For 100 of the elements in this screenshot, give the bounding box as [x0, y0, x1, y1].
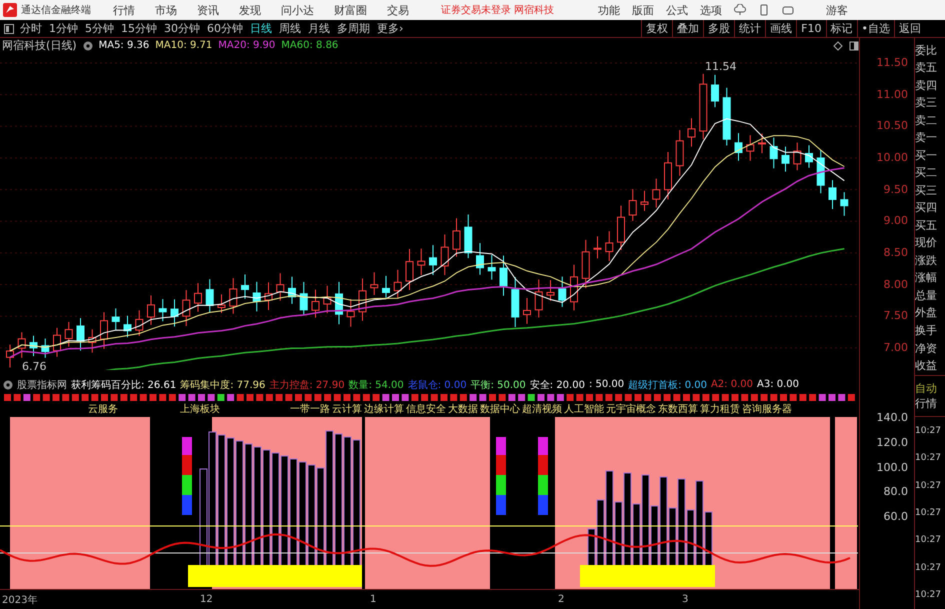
- menu-item[interactable]: 资讯: [197, 2, 219, 18]
- menu-item[interactable]: 问小达: [281, 2, 314, 18]
- trade-time: 10:27: [915, 453, 942, 464]
- indicator-axis-label: 100.0: [876, 460, 908, 474]
- low-price-label: 6.76: [22, 360, 46, 370]
- sector-label: 信息安全: [406, 402, 446, 416]
- period-tab[interactable]: 月线: [308, 21, 330, 36]
- period-tab[interactable]: 15分钟: [121, 21, 157, 36]
- indicator-axis-label: 60.0: [884, 510, 908, 523]
- indicator-value: 主力控盘: 27.90: [269, 378, 345, 392]
- mode-label[interactable]: 自动: [915, 381, 945, 396]
- indicator-value: 获利筹码百分比: 26.61: [71, 378, 176, 392]
- sector-label: 超清视频: [522, 402, 562, 416]
- quote-label: 买四: [915, 201, 938, 216]
- period-tab[interactable]: 日线: [250, 21, 272, 36]
- date-label: 12: [200, 594, 214, 606]
- quote-label: 卖三: [915, 96, 938, 110]
- period-tab[interactable]: 1分钟: [49, 21, 78, 36]
- indicator-axis-label: 140.0: [876, 411, 908, 424]
- settings-icon[interactable]: [82, 40, 93, 51]
- sector-label: 云服务: [88, 402, 118, 416]
- sector-label: 东数西算: [658, 402, 698, 416]
- indicator-value: 安全: 20.00: [530, 378, 585, 392]
- sector-label: 元宇宙概念: [606, 402, 656, 416]
- trade-time: 10:27: [915, 426, 942, 436]
- indicator-value: : 50.00: [588, 379, 624, 390]
- diamond-icon[interactable]: [833, 40, 843, 51]
- indicator-value: 筹码集中度: 77.96: [180, 378, 266, 392]
- menu-item[interactable]: 公式: [666, 2, 688, 18]
- indicator-axis-label: 120.0: [876, 436, 908, 449]
- menu-item[interactable]: 行情: [113, 2, 135, 18]
- trade-time: 10:27: [915, 562, 942, 573]
- quote-label: 换手: [915, 324, 938, 338]
- quote-label: 卖五: [915, 61, 938, 76]
- date-label: 1: [370, 594, 378, 606]
- stock-title: 网宿科技(日线): [2, 38, 77, 54]
- trade-time: 10:27: [915, 480, 942, 491]
- quote-label: 买五: [915, 218, 938, 233]
- quote-label: 外盘: [915, 306, 938, 320]
- menu-item[interactable]: 发现: [239, 2, 261, 18]
- period-tab[interactable]: 30分钟: [164, 21, 200, 36]
- sector-label: 云计算: [332, 402, 362, 416]
- quote-label: 卖四: [915, 78, 938, 93]
- menu-item[interactable]: 财富圈: [334, 2, 367, 18]
- quote-label: 买一: [915, 148, 938, 163]
- quote-label: 总量: [915, 288, 938, 303]
- trade-time: 10:27: [915, 535, 942, 546]
- indicator-axis-label: 80.0: [884, 485, 908, 498]
- quote-label: 涨幅: [915, 271, 938, 286]
- quote-label: 卖一: [915, 131, 938, 146]
- cloud-icon[interactable]: [734, 4, 746, 16]
- indicator-title: 股票指标网: [17, 378, 67, 392]
- indicator-value: A3: 0.00: [757, 379, 800, 390]
- message-icon[interactable]: [782, 4, 794, 16]
- price-axis-label: 7.50: [884, 309, 908, 322]
- sector-label: 边缘计算: [364, 402, 404, 416]
- menu-item[interactable]: 版面: [632, 2, 654, 18]
- settings-icon[interactable]: [3, 380, 13, 390]
- indicator-value: A2: 0.00: [710, 379, 753, 390]
- quote-label: 收益: [915, 359, 938, 374]
- period-tab[interactable]: 60分钟: [207, 21, 243, 36]
- date-label: 2: [558, 594, 566, 606]
- menu-item[interactable]: 交易: [387, 2, 409, 18]
- user-name[interactable]: 游客: [826, 2, 848, 18]
- quote-label: 现价: [915, 236, 938, 250]
- period-tab[interactable]: 5分钟: [85, 21, 114, 36]
- indicator-value: 老鼠仓: 0.00: [408, 378, 467, 392]
- ma-value: MA10: 9.71: [155, 40, 212, 52]
- login-notice[interactable]: 证券交易未登录 网宿科技: [441, 3, 554, 17]
- window-icon[interactable]: [849, 40, 859, 51]
- sector-label: 咨询服务器: [742, 402, 792, 416]
- period-tab[interactable]: 多周期: [337, 21, 370, 36]
- indicator-value: 数量: 54.00: [348, 378, 404, 392]
- price-axis-label: 11.00: [876, 88, 908, 101]
- menu-item[interactable]: 市场: [155, 2, 177, 18]
- quote-label: 委比: [915, 44, 938, 58]
- price-axis-label: 9.00: [884, 214, 908, 228]
- sector-label: 一带一路: [290, 402, 330, 416]
- sector-label: 数据中心: [480, 402, 520, 416]
- price-axis-label: 10.50: [876, 119, 908, 132]
- indicator-value: 超级打首板: 0.00: [628, 378, 707, 392]
- price-axis-label: 10.00: [876, 150, 908, 164]
- sector-label: 大数据: [448, 402, 478, 416]
- price-axis-label: 8.50: [884, 246, 908, 259]
- period-tab[interactable]: 分时: [20, 21, 42, 36]
- ma-value: MA5: 9.36: [98, 40, 150, 52]
- ma-value: MA60: 8.86: [281, 40, 338, 52]
- mode-label[interactable]: 行情: [915, 396, 945, 411]
- high-price-label: 11.54: [705, 60, 736, 73]
- menu-item[interactable]: 功能: [598, 2, 620, 18]
- sector-label: 人工智能: [564, 402, 604, 416]
- phone-icon[interactable]: [758, 4, 770, 16]
- date-label: 3: [682, 594, 688, 606]
- price-axis-label: 8.00: [884, 278, 908, 291]
- quote-label: 涨跌: [915, 254, 938, 268]
- menu-item[interactable]: 选项: [700, 2, 722, 18]
- app-name: 通达信金融终端: [21, 4, 91, 17]
- panel-toggle-icon[interactable]: [4, 24, 14, 34]
- period-tab[interactable]: 周线: [279, 21, 301, 36]
- period-tab[interactable]: 更多›: [377, 21, 404, 36]
